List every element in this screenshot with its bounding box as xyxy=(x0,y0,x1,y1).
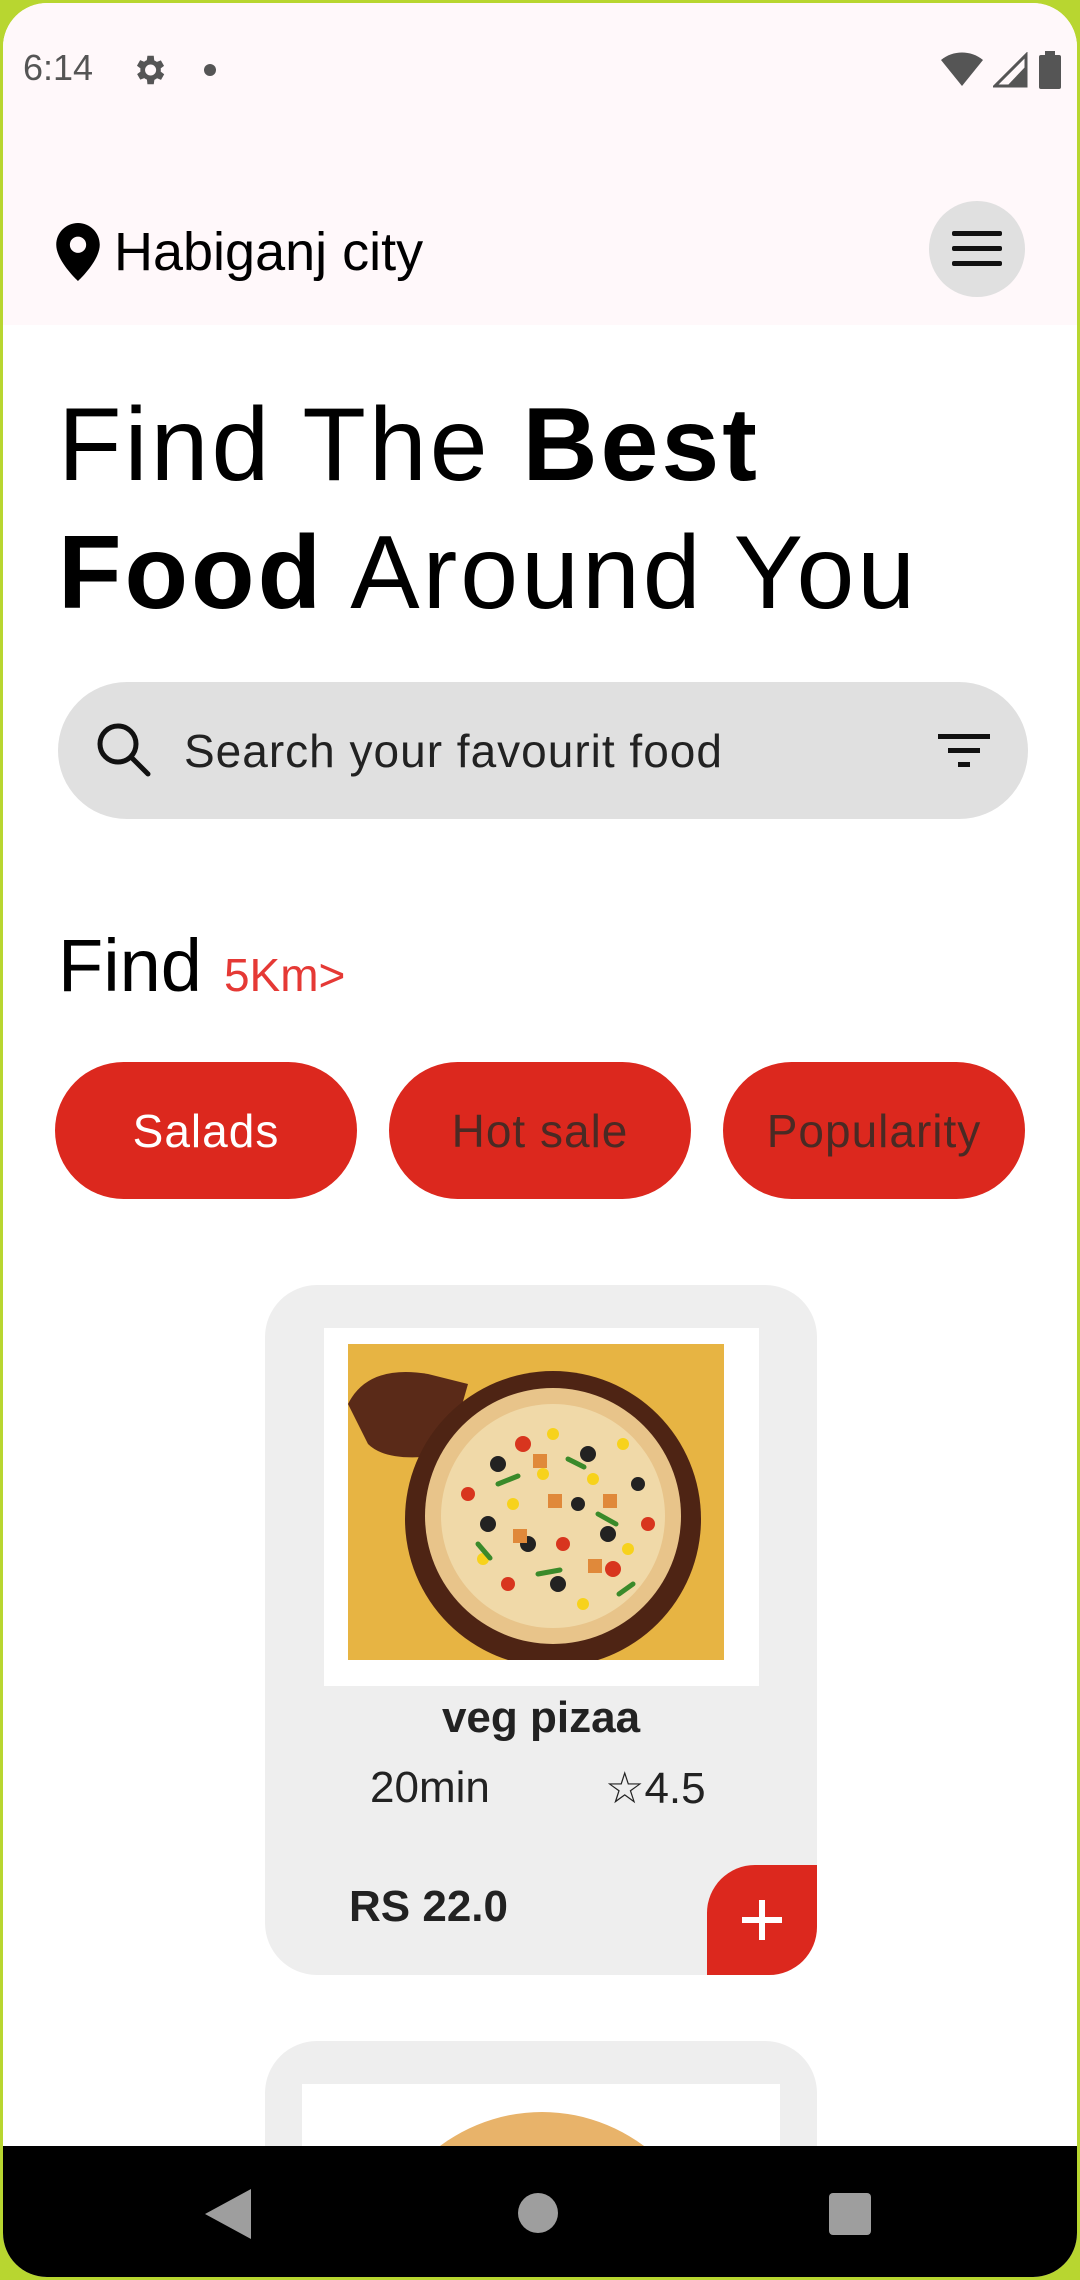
food-card[interactable]: veg pizaa 20min ☆4.5 RS 22.0 xyxy=(265,1285,817,1975)
plus-icon xyxy=(742,1900,782,1940)
location-selector[interactable]: Habiganj city xyxy=(56,221,423,283)
page-title: Find The Best Food Around You xyxy=(58,381,918,637)
app-screen: 6:14 Habiganj city Find The Best Food Ar… xyxy=(3,3,1077,2277)
filter-icon[interactable] xyxy=(934,726,994,776)
find-section-header: Find 5Km> xyxy=(58,923,345,1008)
gear-icon xyxy=(136,55,165,85)
headline-best: Best xyxy=(522,387,760,503)
food-rating: ☆4.5 xyxy=(605,1764,706,1813)
headline-part1: Find The xyxy=(58,387,523,503)
search-input[interactable]: Search your favourit food xyxy=(184,724,723,778)
distance-link[interactable]: 5Km> xyxy=(224,948,345,1002)
status-bar: 6:14 xyxy=(3,3,1077,133)
category-chip-hot-sale[interactable]: Hot sale xyxy=(389,1062,691,1199)
battery-icon xyxy=(1039,51,1061,89)
back-icon[interactable] xyxy=(205,2189,251,2239)
status-icons xyxy=(941,51,1061,89)
navigation-bar xyxy=(3,2146,1077,2277)
recents-icon[interactable] xyxy=(829,2193,871,2235)
pin-icon xyxy=(56,223,100,281)
category-chip-popularity[interactable]: Popularity xyxy=(723,1062,1025,1199)
signal-icon xyxy=(993,52,1028,88)
location-label: Habiganj city xyxy=(114,222,424,282)
food-price: RS 22.0 xyxy=(349,1882,508,1931)
food-name: veg pizaa xyxy=(441,1693,641,1742)
search-icon xyxy=(97,723,151,777)
headline-part4: Around You xyxy=(324,515,919,631)
headline-food: Food xyxy=(58,515,325,631)
food-image-frame xyxy=(324,1328,759,1686)
home-icon[interactable] xyxy=(518,2193,558,2233)
category-chip-salads[interactable]: Salads xyxy=(55,1062,357,1199)
search-bar[interactable]: Search your favourit food xyxy=(58,682,1028,819)
hamburger-menu-icon xyxy=(952,231,1002,266)
add-to-cart-button[interactable] xyxy=(707,1865,817,1975)
menu-button[interactable] xyxy=(929,201,1025,297)
status-time: 6:14 xyxy=(23,47,94,88)
find-title: Find xyxy=(58,924,202,1007)
food-time: 20min xyxy=(370,1763,490,1812)
dot-icon xyxy=(204,64,216,76)
wifi-icon xyxy=(941,52,983,86)
pizza-image xyxy=(348,1344,724,1660)
